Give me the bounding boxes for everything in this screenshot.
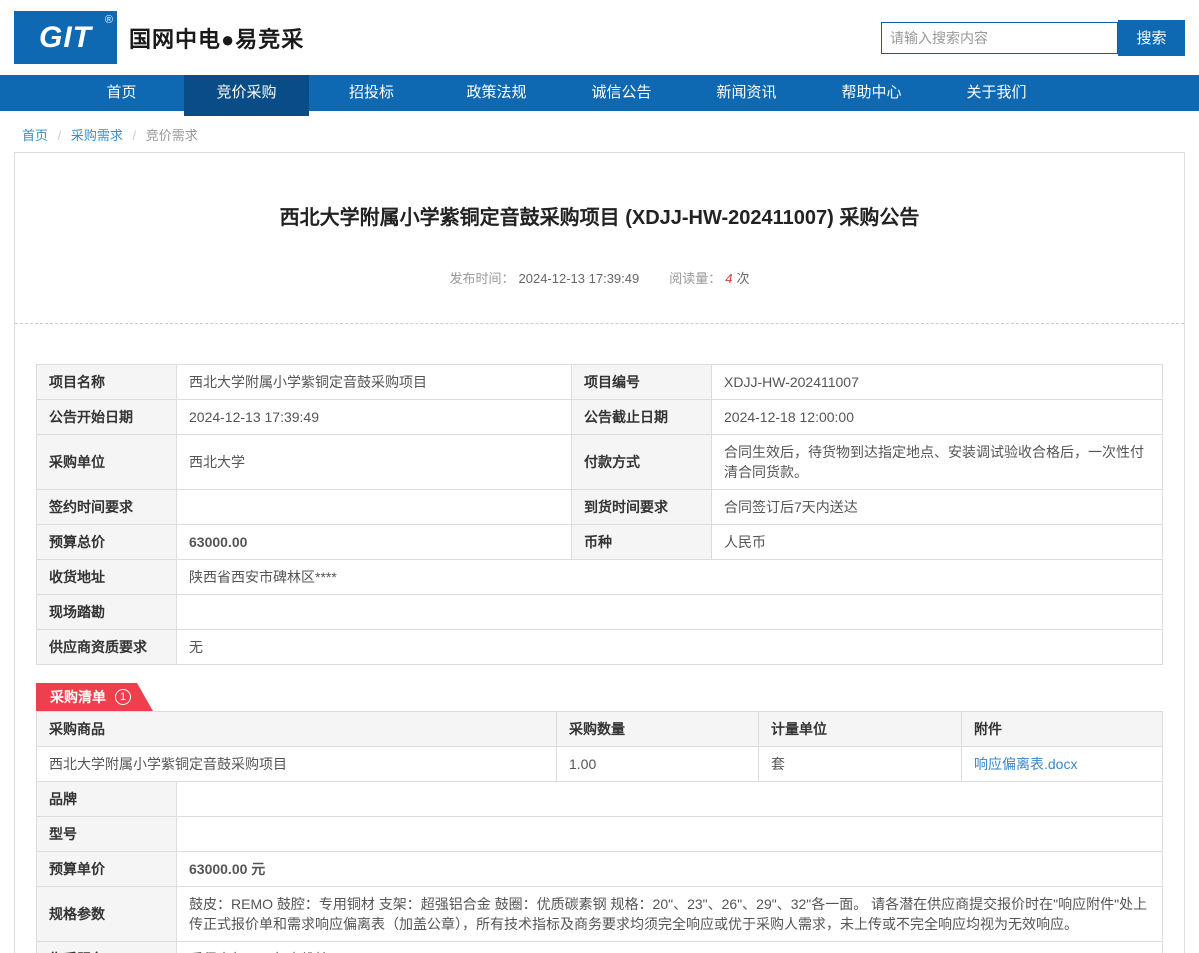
field-value: 2024-12-18 12:00:00 xyxy=(712,400,1163,435)
table-row: 预算单价 63000.00 元 xyxy=(37,852,1163,887)
field-value xyxy=(177,817,1163,852)
field-label: 币种 xyxy=(572,525,712,560)
field-value xyxy=(177,595,1163,630)
field-label: 型号 xyxy=(37,817,177,852)
column-header: 附件 xyxy=(962,712,1163,747)
field-value: 人民币 xyxy=(712,525,1163,560)
budget-total-value: 63000.00 xyxy=(177,525,572,560)
purchase-list-table: 采购商品 采购数量 计量单位 附件 西北大学附属小学紫铜定音鼓采购项目 1.00… xyxy=(36,711,1163,953)
nav-item-home[interactable]: 首页 xyxy=(59,75,184,111)
field-label: 项目名称 xyxy=(37,365,177,400)
breadcrumb-home[interactable]: 首页 xyxy=(22,128,48,143)
field-label: 预算总价 xyxy=(37,525,177,560)
field-label: 签约时间要求 xyxy=(37,490,177,525)
nav-item-policies[interactable]: 政策法规 xyxy=(434,75,559,111)
main-nav: 首页 竞价采购 招投标 政策法规 诚信公告 新闻资讯 帮助中心 关于我们 xyxy=(0,75,1199,111)
field-label: 供应商资质要求 xyxy=(37,630,177,665)
site-header: GIT ® 国网中电●易竞采 搜索 xyxy=(0,0,1199,75)
after-sales-value: 质保十年，三年内维护。 xyxy=(177,942,1163,953)
search-input[interactable] xyxy=(881,22,1118,54)
spec-params-value: 鼓皮：REMO 鼓腔：专用铜材 支架：超强铝合金 鼓圈：优质碳素钢 规格：20"… xyxy=(177,887,1163,942)
nav-item-help-center[interactable]: 帮助中心 xyxy=(809,75,934,111)
announcement-card: 西北大学附属小学紫铜定音鼓采购项目 (XDJJ-HW-202411007) 采购… xyxy=(14,152,1185,953)
table-row: 收货地址 陕西省西安市碑林区**** xyxy=(37,560,1163,595)
field-label: 现场踏勘 xyxy=(37,595,177,630)
table-row: 预算总价 63000.00 币种 人民币 xyxy=(37,525,1163,560)
field-value: 西北大学附属小学紫铜定音鼓采购项目 xyxy=(177,365,572,400)
views-unit: 次 xyxy=(736,271,749,286)
table-row: 现场踏勘 xyxy=(37,595,1163,630)
product-unit: 套 xyxy=(759,747,962,782)
field-label: 售后服务 xyxy=(37,942,177,953)
field-value: 合同签订后7天内送达 xyxy=(712,490,1163,525)
field-label: 收货地址 xyxy=(37,560,177,595)
field-label: 预算单价 xyxy=(37,852,177,887)
column-header: 计量单位 xyxy=(759,712,962,747)
field-value: 2024-12-13 17:39:49 xyxy=(177,400,572,435)
table-row: 型号 xyxy=(37,817,1163,852)
dashed-divider xyxy=(15,323,1184,324)
breadcrumb-purchase-demand[interactable]: 采购需求 xyxy=(71,128,123,143)
attachment-link[interactable]: 响应偏离表.docx xyxy=(974,756,1077,772)
field-value: 陕西省西安市碑林区**** xyxy=(177,560,1163,595)
nav-item-integrity-notices[interactable]: 诚信公告 xyxy=(559,75,684,111)
nav-item-tenders[interactable]: 招投标 xyxy=(309,75,434,111)
field-value xyxy=(177,782,1163,817)
table-row: 品牌 xyxy=(37,782,1163,817)
table-row: 供应商资质要求 无 xyxy=(37,630,1163,665)
field-label: 项目编号 xyxy=(572,365,712,400)
field-label: 公告截止日期 xyxy=(572,400,712,435)
field-value: 合同生效后，待货物到达指定地点、安装调试验收合格后，一次性付清合同货款。 xyxy=(712,435,1163,490)
views-label: 阅读量： xyxy=(669,271,721,286)
publish-time-label: 发布时间： xyxy=(450,271,515,286)
nav-item-about-us[interactable]: 关于我们 xyxy=(934,75,1059,111)
field-label: 公告开始日期 xyxy=(37,400,177,435)
table-row: 采购单位 西北大学 付款方式 合同生效后，待货物到达指定地点、安装调试验收合格后… xyxy=(37,435,1163,490)
views-count: 4 xyxy=(725,271,732,286)
breadcrumb-current: 竞价需求 xyxy=(146,128,198,143)
field-value: 无 xyxy=(177,630,1163,665)
column-header: 采购商品 xyxy=(37,712,557,747)
breadcrumb: 首页 / 采购需求 / 竞价需求 xyxy=(0,111,1199,152)
publish-time-value: 2024-12-13 17:39:49 xyxy=(519,271,640,286)
nav-item-bidding-purchase[interactable]: 竞价采购 xyxy=(184,75,309,116)
table-header-row: 采购商品 采购数量 计量单位 附件 xyxy=(37,712,1163,747)
site-title: 国网中电●易竞采 xyxy=(129,22,304,54)
logo-text: GIT xyxy=(39,21,92,55)
breadcrumb-separator: / xyxy=(133,128,137,143)
purchase-list-badge-label: 采购清单 xyxy=(50,687,106,707)
unit-price-value: 63000.00 元 xyxy=(177,852,1163,887)
table-row: 规格参数 鼓皮：REMO 鼓腔：专用铜材 支架：超强铝合金 鼓圈：优质碳素钢 规… xyxy=(37,887,1163,942)
field-value: XDJJ-HW-202411007 xyxy=(712,365,1163,400)
column-header: 采购数量 xyxy=(557,712,759,747)
table-row: 西北大学附属小学紫铜定音鼓采购项目 1.00 套 响应偏离表.docx xyxy=(37,747,1163,782)
table-row: 售后服务 质保十年，三年内维护。 xyxy=(37,942,1163,953)
field-label: 品牌 xyxy=(37,782,177,817)
field-label: 采购单位 xyxy=(37,435,177,490)
table-row: 公告开始日期 2024-12-13 17:39:49 公告截止日期 2024-1… xyxy=(37,400,1163,435)
project-info-table: 项目名称 西北大学附属小学紫铜定音鼓采购项目 项目编号 XDJJ-HW-2024… xyxy=(36,364,1163,665)
search-bar: 搜索 xyxy=(881,20,1185,56)
search-button[interactable]: 搜索 xyxy=(1118,20,1185,56)
site-logo[interactable]: GIT ® xyxy=(14,11,117,64)
registered-mark-icon: ® xyxy=(105,14,113,26)
field-label: 到货时间要求 xyxy=(572,490,712,525)
table-row: 签约时间要求 到货时间要求 合同签订后7天内送达 xyxy=(37,490,1163,525)
purchase-list-count-icon: 1 xyxy=(115,689,131,705)
field-label: 付款方式 xyxy=(572,435,712,490)
field-label: 规格参数 xyxy=(37,887,177,942)
purchase-list-badge: 采购清单 1 xyxy=(36,683,153,711)
breadcrumb-separator: / xyxy=(58,128,62,143)
field-value: 西北大学 xyxy=(177,435,572,490)
page-title: 西北大学附属小学紫铜定音鼓采购项目 (XDJJ-HW-202411007) 采购… xyxy=(36,201,1163,230)
product-name: 西北大学附属小学紫铜定音鼓采购项目 xyxy=(37,747,557,782)
field-value xyxy=(177,490,572,525)
announcement-meta: 发布时间： 2024-12-13 17:39:49 阅读量： 4次 xyxy=(36,268,1163,287)
nav-item-news[interactable]: 新闻资讯 xyxy=(684,75,809,111)
product-quantity: 1.00 xyxy=(557,747,759,782)
table-row: 项目名称 西北大学附属小学紫铜定音鼓采购项目 项目编号 XDJJ-HW-2024… xyxy=(37,365,1163,400)
